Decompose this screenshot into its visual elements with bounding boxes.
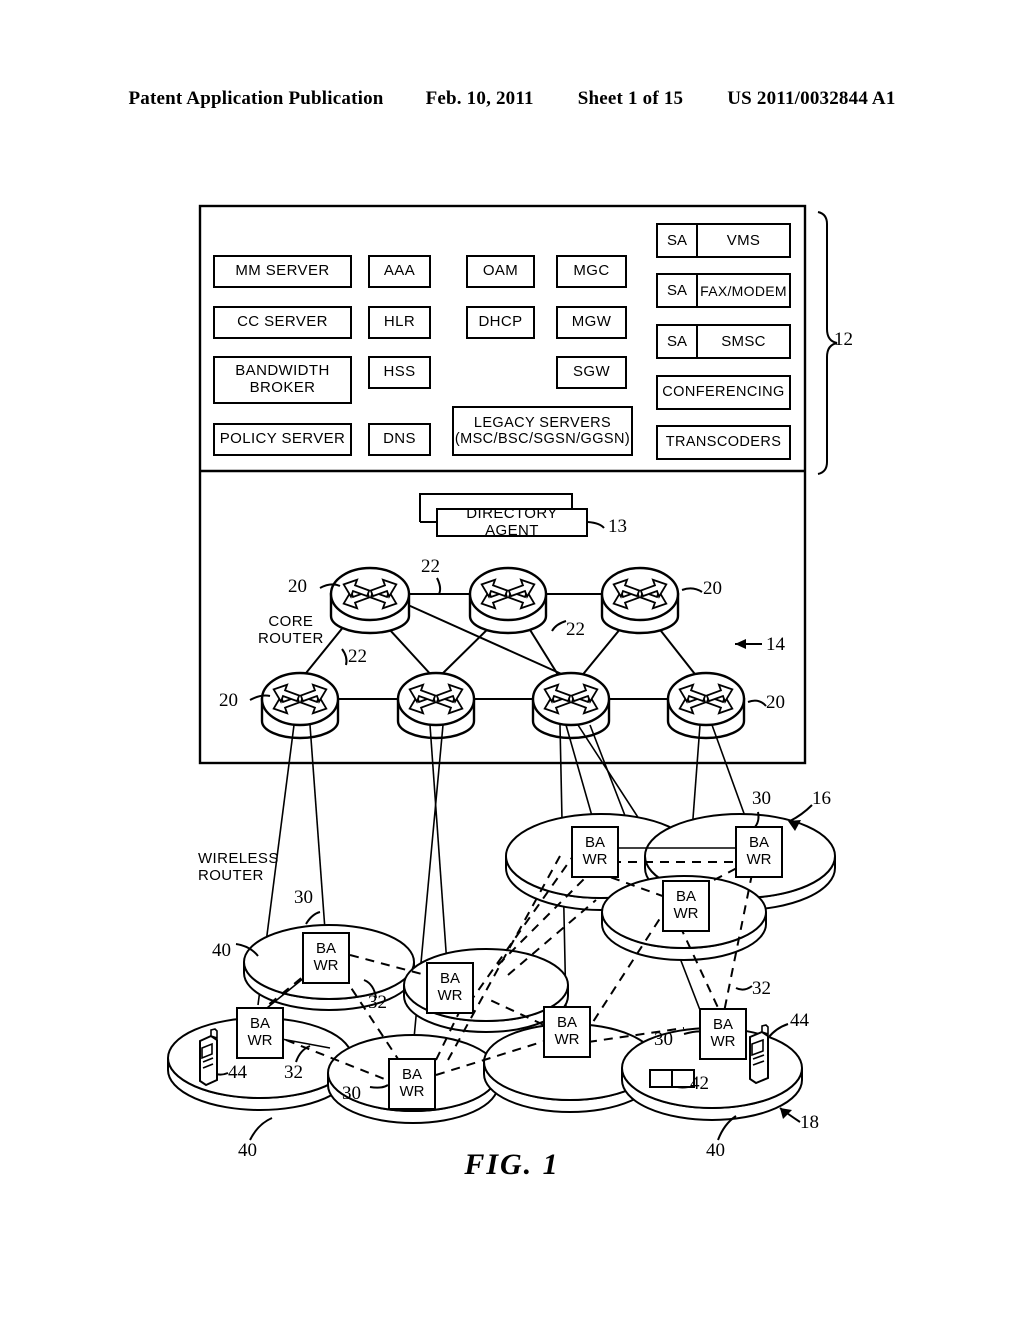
reference-12: 12: [834, 329, 853, 350]
bawr-line2: WR: [746, 851, 772, 868]
bawr-line2: WR: [247, 1032, 273, 1049]
bawr-line1: BA: [401, 1066, 422, 1084]
sa-prefix: SA: [658, 225, 698, 256]
reference-13: 13: [608, 516, 627, 537]
reference-42: 42: [690, 1073, 709, 1094]
core-router[interactable]: [329, 566, 411, 635]
reference-30-a: 30: [294, 887, 313, 908]
core-router[interactable]: [468, 566, 548, 635]
reference-32-a: 32: [368, 992, 387, 1013]
service-box-transcoders[interactable]: TRANSCODERS: [656, 425, 791, 460]
server-box-policy-server[interactable]: POLICY SERVER: [213, 423, 352, 456]
figure-caption: FIG. 1: [464, 1148, 560, 1181]
reference-16: 16: [812, 788, 831, 809]
reference-40-b: 40: [238, 1140, 257, 1161]
reference-22-b: 22: [566, 619, 585, 640]
sa-prefix: SA: [658, 275, 698, 306]
reference-14: 14: [766, 634, 785, 655]
core-router-label: CORE ROUTER: [258, 613, 324, 648]
server-box-mm-server[interactable]: MM SERVER: [213, 255, 352, 288]
reference-20-d: 20: [766, 692, 785, 713]
bawr-line2: WR: [554, 1031, 580, 1048]
reference-32-c: 32: [752, 978, 771, 999]
wireless-router-bawr[interactable]: BA WR: [426, 962, 474, 1014]
server-box-dhcp[interactable]: DHCP: [466, 306, 535, 339]
service-box-vms[interactable]: SA VMS: [656, 223, 791, 258]
reference-40-c: 40: [706, 1140, 725, 1161]
bawr-line2: WR: [399, 1083, 425, 1100]
core-router[interactable]: [666, 671, 746, 740]
bawr-line2: WR: [437, 987, 463, 1004]
wireless-router-bawr[interactable]: BA WR: [662, 880, 710, 932]
terminal-device: [649, 1069, 695, 1088]
server-box-sgw[interactable]: SGW: [556, 356, 627, 389]
core-router[interactable]: [531, 671, 611, 740]
server-box-mgw[interactable]: MGW: [556, 306, 627, 339]
reference-32-b: 32: [284, 1062, 303, 1083]
bawr-line1: BA: [439, 970, 460, 988]
service-label: SMSC: [721, 333, 766, 350]
core-router[interactable]: [600, 566, 680, 635]
wireless-router-bawr[interactable]: BA WR: [388, 1058, 436, 1110]
bawr-line1: BA: [748, 834, 769, 852]
reference-20-c: 20: [219, 690, 238, 711]
reference-20-a: 20: [288, 576, 307, 597]
figure-lineart: [167, 204, 838, 1141]
wireless-router-bawr[interactable]: BA WR: [236, 1007, 284, 1059]
wireless-router-label: WIRELESS ROUTER: [198, 850, 279, 885]
service-box-fax-modem[interactable]: SA FAX/MODEM: [656, 273, 791, 308]
server-box-aaa[interactable]: AAA: [368, 255, 431, 288]
service-label: FAX/MODEM: [700, 282, 787, 299]
wireless-router-bawr[interactable]: BA WR: [699, 1008, 747, 1060]
wireless-router-bawr[interactable]: BA WR: [735, 826, 783, 878]
bawr-line1: BA: [556, 1014, 577, 1032]
server-box-cc-server[interactable]: CC SERVER: [213, 306, 352, 339]
server-box-mgc[interactable]: MGC: [556, 255, 627, 288]
reference-30-b: 30: [342, 1083, 361, 1104]
bawr-line1: BA: [315, 940, 336, 958]
reference-30-c: 30: [752, 788, 771, 809]
service-box-smsc[interactable]: SA SMSC: [656, 324, 791, 359]
bawr-line2: WR: [313, 957, 339, 974]
wireless-router-bawr[interactable]: BA WR: [302, 932, 350, 984]
server-box-hss[interactable]: HSS: [368, 356, 431, 389]
bawr-line1: BA: [249, 1015, 270, 1033]
wireless-router-bawr[interactable]: BA WR: [571, 826, 619, 878]
reference-22-a: 22: [421, 556, 440, 577]
server-box-legacy-servers[interactable]: LEGACY SERVERS (MSC/BSC/SGSN/GGSN): [452, 406, 633, 456]
reference-20-b: 20: [703, 578, 722, 599]
server-box-bandwidth-broker[interactable]: BANDWIDTH BROKER: [213, 356, 352, 404]
patent-sheet: Patent Application Publication Feb. 10, 2…: [0, 0, 1024, 1320]
bawr-line1: BA: [675, 888, 696, 906]
reference-44-a: 44: [228, 1062, 247, 1083]
reference-40-a: 40: [212, 940, 231, 961]
bawr-line1: BA: [584, 834, 605, 852]
reference-30-d: 30: [654, 1029, 673, 1050]
server-box-oam[interactable]: OAM: [466, 255, 535, 288]
reference-44-b: 44: [790, 1010, 809, 1031]
reference-22-c: 22: [348, 646, 367, 667]
core-router[interactable]: [260, 671, 340, 740]
bawr-line2: WR: [582, 851, 608, 868]
core-router[interactable]: [396, 671, 476, 740]
service-label: VMS: [726, 232, 761, 249]
server-box-hlr[interactable]: HLR: [368, 306, 431, 339]
sa-prefix: SA: [658, 326, 698, 357]
service-box-conferencing[interactable]: CONFERENCING: [656, 375, 791, 410]
server-box-dns[interactable]: DNS: [368, 423, 431, 456]
wireless-router-bawr[interactable]: BA WR: [543, 1006, 591, 1058]
directory-agent-box[interactable]: DIRECTORY AGENT: [436, 505, 588, 538]
bawr-line2: WR: [673, 905, 699, 922]
reference-18: 18: [800, 1112, 819, 1133]
bawr-line1: BA: [712, 1016, 733, 1034]
arrowhead-18: [780, 1108, 792, 1119]
bawr-line2: WR: [710, 1033, 736, 1050]
